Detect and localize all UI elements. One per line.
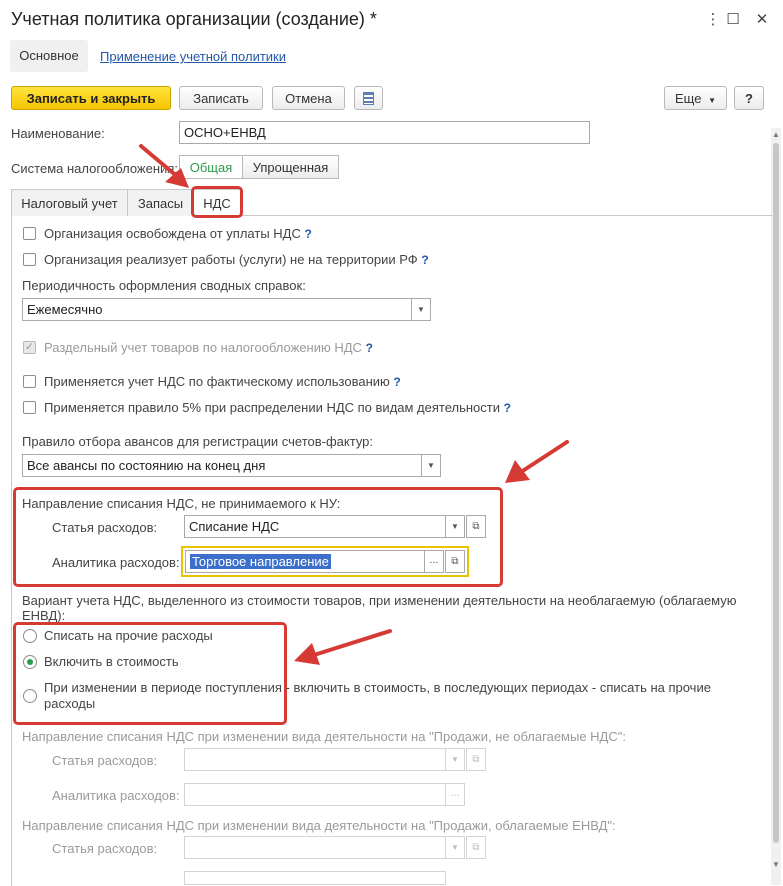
help-icon[interactable]: ? bbox=[421, 253, 428, 267]
tab-tax-accounting[interactable]: Налоговый учет bbox=[11, 189, 128, 216]
rule5-label: Применяется правило 5% при распределении… bbox=[44, 400, 511, 415]
dir-nonvat-label: Направление списания НДС при изменении в… bbox=[22, 729, 626, 744]
radio-include-cost[interactable] bbox=[23, 655, 37, 669]
cancel-button[interactable]: Отмена bbox=[272, 86, 345, 110]
open-icon[interactable]: ⧉ bbox=[466, 515, 486, 538]
dir-nonvat-analytics-label: Аналитика расходов: bbox=[52, 788, 180, 803]
nav-policy-application-link[interactable]: Применение учетной политики bbox=[100, 49, 286, 64]
radio-other-expenses[interactable] bbox=[23, 629, 37, 643]
save-and-close-button[interactable]: Записать и закрыть bbox=[11, 86, 171, 110]
ellipsis-button: ... bbox=[445, 783, 465, 806]
help-icon[interactable]: ? bbox=[504, 401, 511, 415]
abroad-checkbox[interactable] bbox=[23, 253, 36, 266]
variant-label: Вариант учета НДС, выделенного из стоимо… bbox=[22, 593, 737, 623]
dir-envd-expense-label: Статья расходов: bbox=[52, 841, 158, 856]
window-title: Учетная политика организации (создание) … bbox=[11, 9, 377, 29]
open-icon: ⧉ bbox=[466, 748, 486, 771]
analytics-input[interactable]: Торговое направление bbox=[185, 550, 425, 573]
tax-system-simplified[interactable]: Упрощенная bbox=[242, 155, 339, 179]
help-icon[interactable]: ? bbox=[393, 375, 400, 389]
scroll-up-icon[interactable]: ▲ bbox=[772, 130, 780, 139]
dir-nonvat-expense-input bbox=[184, 748, 446, 771]
actual-use-checkbox[interactable] bbox=[23, 375, 36, 388]
separate-label: Раздельный учет товаров по налогообложен… bbox=[44, 340, 373, 355]
scroll-down-icon[interactable]: ▼ bbox=[772, 860, 780, 869]
more-button[interactable]: Еще ▼ bbox=[664, 86, 727, 110]
chevron-down-icon: ▼ bbox=[445, 748, 465, 771]
chevron-down-icon[interactable]: ▼ bbox=[445, 515, 465, 538]
dir-envd-expense-input bbox=[184, 836, 446, 859]
list-icon bbox=[363, 92, 374, 105]
expense-item-input[interactable]: Списание НДС bbox=[184, 515, 446, 538]
radio-mixed[interactable] bbox=[23, 689, 37, 703]
exempt-checkbox[interactable] bbox=[23, 227, 36, 240]
analytics-label: Аналитика расходов: bbox=[52, 555, 180, 570]
exempt-label: Организация освобождена от уплаты НДС ? bbox=[44, 226, 312, 241]
nav-main[interactable]: Основное bbox=[10, 40, 88, 72]
radio-include-cost-label: Включить в стоимость bbox=[44, 654, 179, 669]
annotation-arrow-2 bbox=[505, 440, 569, 483]
direction-label: Направление списания НДС, не принимаемог… bbox=[22, 496, 341, 511]
more-button-label: Еще bbox=[675, 91, 702, 106]
dir-nonvat-analytics-input bbox=[184, 783, 446, 806]
radio-other-expenses-label: Списать на прочие расходы bbox=[44, 628, 213, 643]
close-icon[interactable]: ✕ bbox=[752, 10, 772, 28]
chevron-down-icon[interactable]: ▼ bbox=[411, 298, 431, 321]
advance-label: Правило отбора авансов для регистрации с… bbox=[22, 434, 374, 449]
dir-nonvat-expense-label: Статья расходов: bbox=[52, 753, 158, 768]
name-label: Наименование: bbox=[11, 126, 105, 141]
radio-mixed-label: При изменении в периоде поступления - вк… bbox=[44, 680, 711, 711]
chevron-down-icon[interactable]: ▼ bbox=[421, 454, 441, 477]
chevron-down-icon: ▼ bbox=[445, 836, 465, 859]
advance-select[interactable]: Все авансы по состоянию на конец дня bbox=[22, 454, 422, 477]
expense-item-label: Статья расходов: bbox=[52, 520, 158, 535]
open-icon[interactable]: ⧉ bbox=[445, 550, 465, 573]
help-icon[interactable]: ? bbox=[366, 341, 373, 355]
help-button[interactable]: ? bbox=[734, 86, 764, 110]
abroad-label: Организация реализует работы (услуги) не… bbox=[44, 252, 429, 267]
dir-envd-label: Направление списания НДС при изменении в… bbox=[22, 818, 616, 833]
help-icon[interactable]: ? bbox=[305, 227, 312, 241]
annotation-arrow-3 bbox=[294, 629, 392, 665]
separate-checkbox: ✓ bbox=[23, 341, 36, 354]
annotation-arrow-1 bbox=[139, 144, 189, 188]
dir-envd-analytics-input bbox=[184, 871, 446, 885]
period-label: Периодичность оформления сводных справок… bbox=[22, 278, 306, 293]
save-button[interactable]: Записать bbox=[179, 86, 263, 110]
period-select[interactable]: Ежемесячно bbox=[22, 298, 412, 321]
chevron-down-icon: ▼ bbox=[708, 96, 716, 105]
ellipsis-button[interactable]: ... bbox=[424, 550, 444, 573]
name-input[interactable]: ОСНО+ЕНВД bbox=[179, 121, 590, 144]
maximize-icon[interactable]: ☐ bbox=[723, 10, 743, 28]
analytics-selected-text: Торговое направление bbox=[190, 554, 331, 569]
more-vertical-icon[interactable]: ⋮ bbox=[703, 10, 723, 28]
rule5-checkbox[interactable] bbox=[23, 401, 36, 414]
actual-use-label: Применяется учет НДС по фактическому исп… bbox=[44, 374, 401, 389]
scrollbar-thumb[interactable] bbox=[773, 143, 779, 843]
report-button[interactable] bbox=[354, 86, 383, 110]
open-icon: ⧉ bbox=[466, 836, 486, 859]
